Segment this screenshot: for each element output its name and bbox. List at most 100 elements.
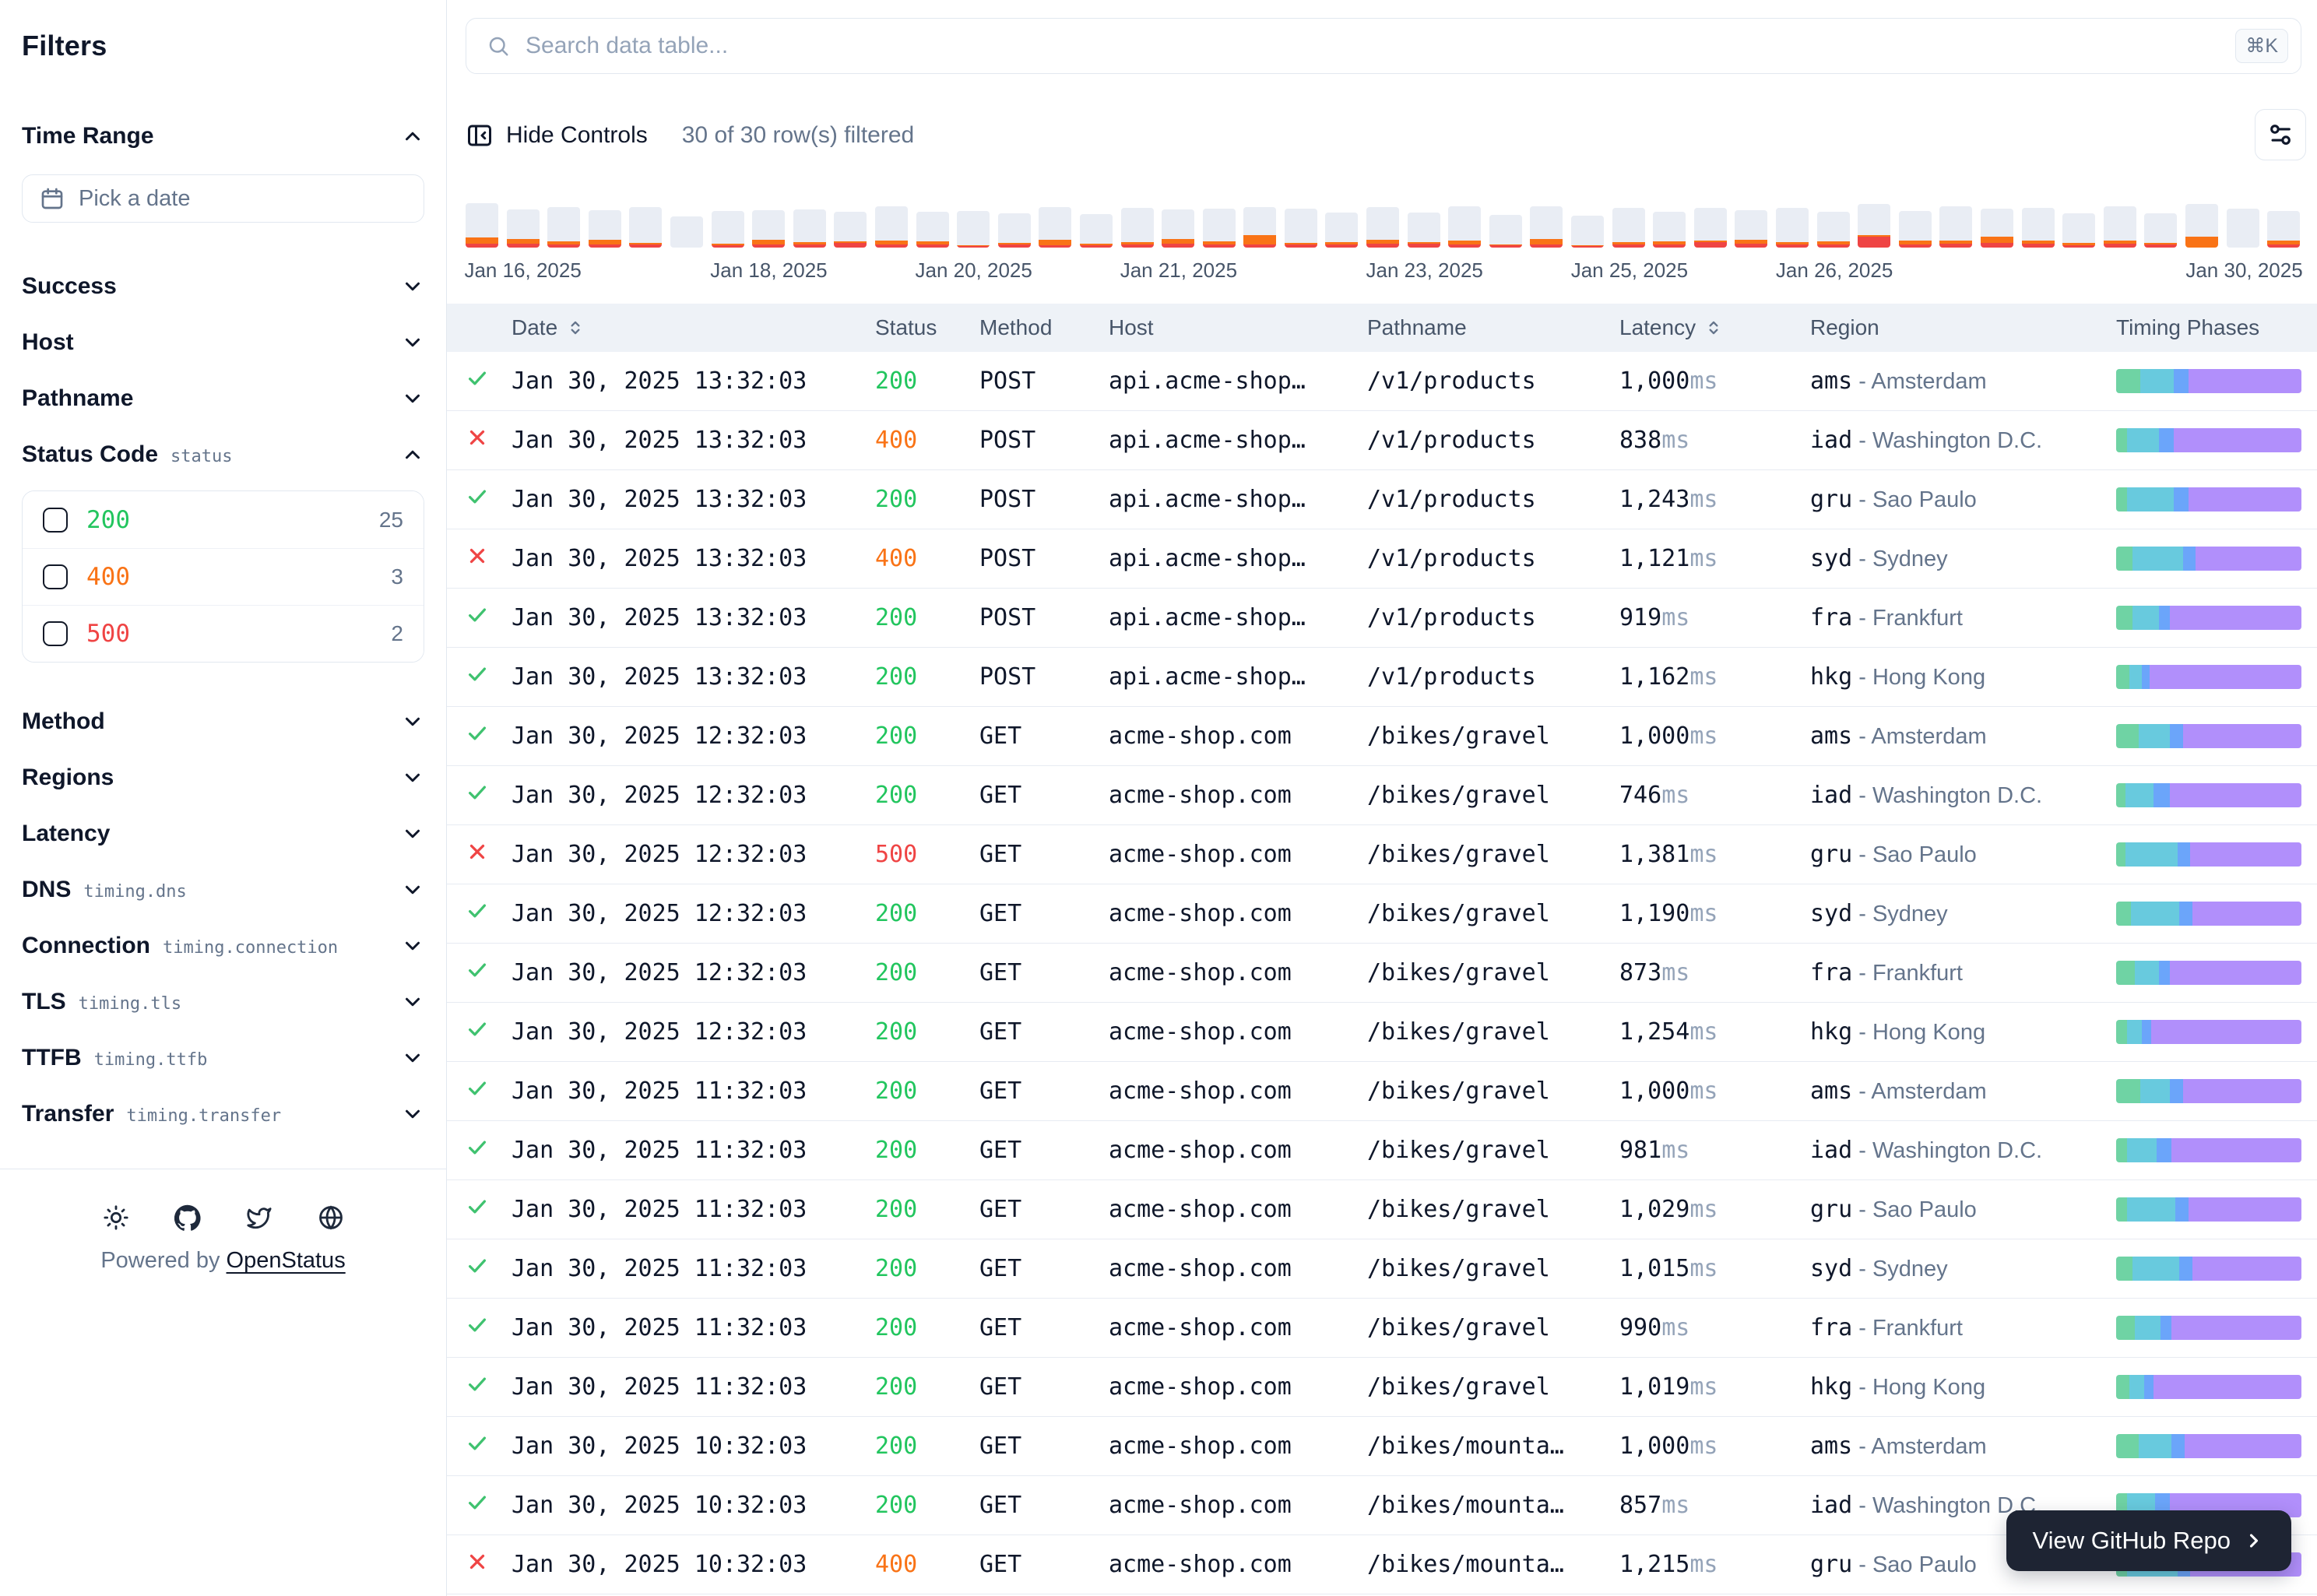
filter-section-dns[interactable]: DNS timing.dns (22, 862, 424, 918)
column-header-host[interactable]: Host (1109, 315, 1367, 340)
timeline-bar[interactable] (1735, 210, 1767, 248)
timeline-bar[interactable] (916, 212, 949, 248)
timeline-bar[interactable] (1694, 208, 1727, 248)
table-row[interactable]: Jan 30, 2025 12:32:03 200 GET acme-shop.… (447, 1003, 2317, 1062)
view-github-repo-button[interactable]: View GitHub Repo (2006, 1510, 2291, 1571)
checkbox[interactable] (43, 508, 68, 533)
timeline-bar[interactable] (875, 206, 908, 248)
filter-section-ttfb[interactable]: TTFB timing.ttfb (22, 1030, 424, 1086)
filter-section-regions[interactable]: Regions (22, 750, 424, 806)
filter-section-host[interactable]: Host (22, 315, 424, 371)
timeline-bar[interactable] (1162, 209, 1194, 248)
timeline-bar[interactable] (1612, 208, 1645, 248)
timeline-bar[interactable] (1817, 212, 1850, 248)
timeline-bar[interactable] (998, 213, 1031, 248)
timeline-bar[interactable] (834, 212, 867, 248)
timeline-bar[interactable] (1366, 207, 1399, 248)
table-row[interactable]: Jan 30, 2025 13:32:03 200 POST api.acme-… (447, 589, 2317, 648)
timeline-bar[interactable] (1448, 206, 1481, 248)
table-row[interactable]: Jan 30, 2025 12:32:03 200 GET acme-shop.… (447, 944, 2317, 1003)
timeline-bar[interactable] (1285, 209, 1317, 248)
timeline-bar[interactable] (1243, 207, 1276, 248)
timeline-bar[interactable] (793, 209, 826, 248)
openstatus-link[interactable]: OpenStatus (227, 1248, 346, 1273)
timeline-bar[interactable] (1939, 206, 1972, 248)
hide-controls-button[interactable]: Hide Controls (466, 121, 648, 149)
timeline-bar[interactable] (1039, 207, 1071, 248)
timeline-bar[interactable] (1858, 204, 1890, 248)
filter-section-success[interactable]: Success (22, 258, 424, 315)
filter-section-latency[interactable]: Latency (22, 806, 424, 862)
date-picker-button[interactable]: Pick a date (22, 174, 424, 223)
timeline-bar[interactable] (1899, 211, 1932, 248)
column-header-latency[interactable]: Latency (1619, 315, 1810, 340)
table-row[interactable]: Jan 30, 2025 13:32:03 200 POST api.acme-… (447, 352, 2317, 411)
theme-toggle-sun-icon[interactable] (103, 1204, 129, 1231)
timeline-bar[interactable] (2022, 208, 2055, 248)
table-row[interactable]: Jan 30, 2025 11:32:03 200 GET acme-shop.… (447, 1180, 2317, 1239)
status-code-option-400[interactable]: 400 3 (23, 548, 424, 605)
timeline-bar[interactable] (1489, 215, 1522, 248)
table-row[interactable]: Jan 30, 2025 11:32:03 200 GET acme-shop.… (447, 1239, 2317, 1299)
checkbox[interactable] (43, 564, 68, 589)
filter-section-method[interactable]: Method (22, 694, 424, 750)
timeline-bar[interactable] (670, 216, 703, 248)
column-header-method[interactable]: Method (979, 315, 1109, 340)
timeline-bar[interactable] (547, 207, 580, 248)
table-row[interactable]: Jan 30, 2025 10:32:03 200 GET acme-shop.… (447, 1417, 2317, 1476)
table-row[interactable]: Jan 30, 2025 11:32:03 200 GET acme-shop.… (447, 1299, 2317, 1358)
timeline-bar[interactable] (712, 211, 744, 248)
timeline-bar[interactable] (629, 207, 662, 248)
timeline-bar[interactable] (752, 210, 785, 248)
table-row[interactable]: Jan 30, 2025 11:32:03 200 GET acme-shop.… (447, 1121, 2317, 1180)
twitter-icon[interactable] (246, 1204, 272, 1231)
table-row[interactable]: Jan 30, 2025 12:32:03 200 GET acme-shop.… (447, 707, 2317, 766)
search-input[interactable] (526, 33, 2220, 59)
table-row[interactable]: Jan 30, 2025 13:32:03 200 POST api.acme-… (447, 470, 2317, 529)
table-row[interactable]: Jan 30, 2025 12:32:03 500 GET acme-shop.… (447, 825, 2317, 884)
timeline-bar[interactable] (2104, 206, 2136, 248)
column-header-region[interactable]: Region (1810, 315, 2116, 340)
github-icon[interactable] (174, 1204, 201, 1231)
status-code-option-200[interactable]: 200 25 (23, 491, 424, 548)
filter-section-tls[interactable]: TLS timing.tls (22, 974, 424, 1030)
timeline-bar[interactable] (957, 211, 990, 248)
timeline-bar[interactable] (1408, 213, 1440, 248)
view-settings-button[interactable] (2255, 109, 2306, 160)
checkbox[interactable] (43, 621, 68, 646)
timeline-bar[interactable] (1571, 216, 1604, 248)
search-bar[interactable]: ⌘K (466, 18, 2301, 74)
filter-section-transfer[interactable]: Transfer timing.transfer (22, 1086, 424, 1142)
column-header-pathname[interactable]: Pathname (1367, 315, 1619, 340)
timeline-bar[interactable] (1653, 212, 1686, 248)
table-row[interactable]: Jan 30, 2025 11:32:03 200 GET acme-shop.… (447, 1358, 2317, 1417)
timeline-bar[interactable] (2185, 204, 2218, 248)
timeline-bar[interactable] (1080, 214, 1113, 248)
status-code-option-500[interactable]: 500 2 (23, 605, 424, 662)
timeline-bar[interactable] (2144, 213, 2177, 248)
table-row[interactable]: Jan 30, 2025 13:32:03 400 POST api.acme-… (447, 411, 2317, 470)
table-row[interactable]: Jan 30, 2025 12:32:03 200 GET acme-shop.… (447, 766, 2317, 825)
table-row[interactable]: Jan 30, 2025 13:32:03 400 POST api.acme-… (447, 529, 2317, 589)
timeline-bar[interactable] (1981, 209, 2013, 248)
timeline-bar[interactable] (589, 210, 621, 248)
filter-section-status-code[interactable]: Status Code status (22, 427, 424, 483)
timeline-bar[interactable] (507, 209, 540, 248)
timeline-bar[interactable] (466, 203, 498, 248)
timeline-bar[interactable] (1530, 206, 1563, 248)
column-header-status[interactable]: Status (875, 315, 979, 340)
timeline-bar[interactable] (2062, 213, 2095, 248)
globe-icon[interactable] (318, 1204, 344, 1231)
timeline-bar[interactable] (1325, 213, 1358, 248)
timeline-bar[interactable] (2267, 211, 2300, 248)
filter-section-time-range[interactable]: Time Range (22, 108, 424, 164)
filter-section-connection[interactable]: Connection timing.connection (22, 918, 424, 974)
timeline-bar[interactable] (1121, 208, 1154, 248)
table-row[interactable]: Jan 30, 2025 11:32:03 200 GET acme-shop.… (447, 1062, 2317, 1121)
column-header-date[interactable]: Date (512, 315, 875, 340)
table-row[interactable]: Jan 30, 2025 13:32:03 200 POST api.acme-… (447, 648, 2317, 707)
timeline-bar[interactable] (2227, 209, 2259, 248)
timeline-bar[interactable] (1203, 209, 1236, 248)
timeline-bar[interactable] (1776, 208, 1809, 248)
filter-section-pathname[interactable]: Pathname (22, 371, 424, 427)
